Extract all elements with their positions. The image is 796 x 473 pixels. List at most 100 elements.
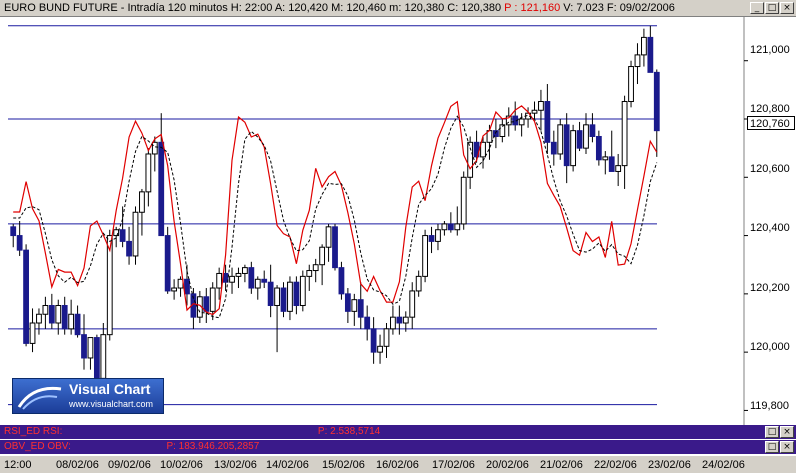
candle-up: [538, 101, 544, 111]
price-chart[interactable]: [0, 17, 796, 425]
candle-up: [402, 316, 409, 324]
candle-up: [518, 118, 525, 126]
candle-up: [306, 270, 313, 277]
candle-up: [409, 290, 416, 318]
candle-down: [338, 267, 345, 295]
rsi-panel-p: P: 2.538,5714: [317, 426, 381, 437]
candle-down: [344, 293, 351, 312]
header-p-value: P : 121,160: [504, 2, 561, 14]
chart-title: EURO BUND FUTURE - Intradía 120 minutos …: [4, 2, 502, 14]
logo-url: www.visualchart.com: [69, 399, 154, 409]
candle-up: [634, 54, 641, 68]
candle-down: [119, 229, 126, 242]
rsi-panel-name: RSI_ED RSI:: [4, 426, 63, 437]
y-tick-label: 120,000: [750, 341, 790, 353]
candle-up: [460, 176, 467, 225]
candle-down: [370, 328, 377, 353]
candle-up: [351, 299, 358, 312]
candle-up: [441, 223, 448, 231]
candle-down: [93, 337, 100, 379]
x-tick-label: 16/02/06: [376, 459, 419, 471]
candle-down: [563, 124, 570, 167]
y-tick-label: 120,200: [750, 282, 790, 294]
candle-up: [312, 264, 319, 272]
candle-down: [357, 299, 364, 318]
panel-close-button[interactable]: ×: [780, 441, 794, 453]
candle-up: [377, 345, 383, 353]
panel-restore-button[interactable]: □: [765, 441, 779, 453]
candle-down: [544, 101, 551, 143]
candle-down: [293, 281, 300, 307]
candle-down: [158, 141, 165, 237]
x-tick-label: 17/02/06: [432, 459, 475, 471]
candle-down: [576, 130, 583, 149]
candle-up: [216, 272, 223, 289]
candle-up: [287, 281, 293, 312]
obv-panel-bar[interactable]: OBV_ED OBV: P: 183.946.205,2857 □ ×: [0, 440, 796, 454]
candle-down: [447, 223, 454, 231]
candle-up: [583, 124, 589, 149]
x-tick-label: 20/02/06: [486, 459, 529, 471]
candle-up: [254, 278, 261, 289]
candle-up: [100, 334, 107, 379]
candle-up: [531, 109, 538, 114]
candle-up: [615, 165, 622, 172]
candle-down: [608, 156, 615, 172]
chart-header: EURO BUND FUTURE - Intradía 120 minutos …: [0, 0, 796, 17]
candle-up: [274, 287, 280, 307]
candle-up: [68, 313, 75, 330]
candle-down: [589, 124, 596, 137]
panel-restore-button[interactable]: □: [765, 426, 779, 438]
candle-down: [222, 272, 229, 283]
candle-up: [641, 36, 647, 56]
header-tail: V: 7.023 F: 09/02/2006: [563, 2, 675, 14]
rsi-panel-bar[interactable]: RSI_ED RSI: P: 2.538,5714 □ ×: [0, 425, 796, 439]
x-tick-label: 12:00: [4, 459, 32, 471]
candle-up: [621, 101, 628, 167]
x-tick-label: 23/02/06: [648, 459, 691, 471]
candle-down: [550, 141, 557, 155]
x-tick-label: 21/02/06: [540, 459, 583, 471]
x-tick-label: 09/02/06: [108, 459, 151, 471]
candle-up: [299, 275, 306, 307]
x-tick-label: 14/02/06: [266, 459, 309, 471]
candle-up: [557, 124, 564, 155]
candle-down: [267, 281, 274, 307]
candle-up: [132, 211, 139, 257]
candle-up: [42, 305, 49, 315]
candle-up: [325, 226, 332, 248]
panel-close-button[interactable]: ×: [780, 426, 794, 438]
logo-name: Visual Chart: [69, 381, 151, 397]
candle-up: [383, 328, 390, 347]
visual-chart-logo: Visual Chart www.visualchart.com: [12, 378, 164, 414]
obv-panel-p: P: 183.946.205,2857: [166, 441, 260, 452]
candle-up: [602, 156, 609, 161]
candle-up: [242, 267, 248, 274]
y-tick-label: 120,800: [750, 103, 790, 115]
candle-down: [164, 235, 171, 292]
candle-down: [396, 316, 403, 324]
y-tick-label: 120,400: [750, 222, 790, 234]
candle-up: [139, 191, 145, 213]
candle-up: [422, 235, 428, 277]
obv-panel-name: OBV_ED OBV:: [4, 441, 71, 452]
candle-up: [319, 246, 326, 266]
maximize-button[interactable]: □: [765, 2, 779, 14]
candle-up: [145, 153, 152, 193]
candle-down: [10, 226, 17, 237]
x-tick-label: 15/02/06: [322, 459, 365, 471]
candle-down: [653, 71, 660, 132]
candle-up: [390, 316, 396, 330]
candle-down: [203, 296, 210, 312]
close-button[interactable]: ×: [780, 2, 794, 14]
candle-down: [61, 305, 68, 330]
y-tick-label: 121,000: [750, 44, 790, 56]
candle-up: [36, 313, 42, 324]
x-tick-label: 08/02/06: [56, 459, 99, 471]
candle-down: [48, 305, 55, 324]
x-tick-label: 22/02/06: [594, 459, 637, 471]
candle-up: [29, 322, 36, 344]
candle-down: [261, 278, 268, 283]
minimize-button[interactable]: _: [750, 2, 764, 14]
x-tick-label: 13/02/06: [214, 459, 257, 471]
